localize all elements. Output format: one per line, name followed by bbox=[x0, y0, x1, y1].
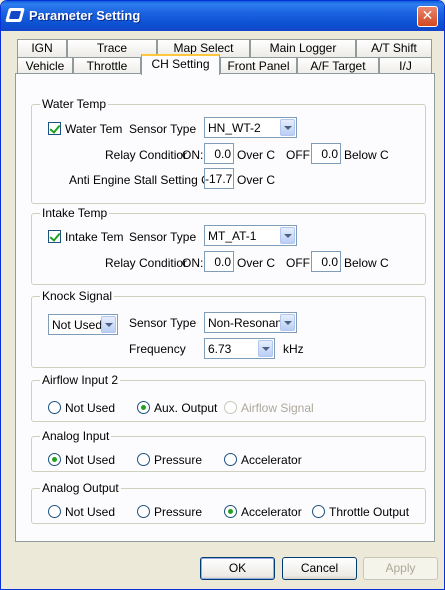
analog-output-group: Analog Output Not Used Pressure Accelera… bbox=[31, 481, 426, 524]
tab-at-shift[interactable]: A/T Shift bbox=[356, 39, 432, 57]
cancel-button[interactable]: Cancel bbox=[282, 557, 357, 580]
knock-frequency-label: Frequency bbox=[129, 342, 186, 356]
tab-ch-setting[interactable]: CH Setting bbox=[141, 54, 220, 75]
water-on-input[interactable]: 0.0 bbox=[204, 143, 234, 164]
analog-output-accelerator-radio[interactable] bbox=[224, 505, 237, 518]
water-temp-group: Water Temp Water Tem Sensor Type HN_WT-2… bbox=[31, 97, 426, 204]
intake-temp-title: Intake Temp bbox=[40, 206, 110, 220]
anti-stall-input[interactable]: -17.7 bbox=[204, 168, 234, 189]
anti-stall-unit: Over C bbox=[237, 173, 276, 187]
intake-sensor-type-select[interactable]: MT_AT-1 bbox=[204, 225, 297, 246]
knock-frequency-select[interactable]: 6.73 bbox=[204, 338, 275, 359]
analog-input-pressure-label: Pressure bbox=[154, 453, 203, 467]
close-button[interactable]: ✕ bbox=[417, 6, 438, 27]
analog-output-title: Analog Output bbox=[40, 481, 121, 495]
analog-input-accelerator-label: Accelerator bbox=[241, 453, 302, 467]
knock-sensor-type-value: Non-Resonant bbox=[208, 316, 280, 330]
analog-input-not-used-label: Not Used bbox=[65, 453, 116, 467]
intake-off-label: OFF: bbox=[286, 256, 314, 270]
water-sensor-type-select[interactable]: HN_WT-2 bbox=[204, 117, 297, 138]
airflow-input2-title: Airflow Input 2 bbox=[40, 373, 121, 387]
parameter-setting-window: Parameter Setting ✕ IGN Trace Map Select… bbox=[0, 0, 445, 590]
intake-sensor-type-value: MT_AT-1 bbox=[208, 229, 257, 243]
airflow-signal-radio bbox=[224, 401, 237, 414]
analog-output-pressure-label: Pressure bbox=[154, 505, 203, 519]
knock-frequency-value: 6.73 bbox=[208, 342, 232, 356]
analog-input-pressure-radio[interactable] bbox=[137, 453, 150, 466]
water-on-unit: Over C bbox=[237, 148, 276, 162]
analog-input-group: Analog Input Not Used Pressure Accelerat… bbox=[31, 429, 426, 472]
knock-mode-select[interactable]: Not Used bbox=[48, 314, 118, 335]
chevron-down-icon[interactable] bbox=[258, 340, 273, 357]
knock-frequency-unit: kHz bbox=[283, 342, 304, 356]
tab-ign[interactable]: IGN bbox=[17, 39, 67, 57]
knock-sensor-type-label: Sensor Type bbox=[129, 316, 197, 330]
analog-output-throttle-label: Throttle Output bbox=[329, 505, 410, 519]
chevron-down-icon[interactable] bbox=[280, 119, 295, 136]
airflow-aux-output-radio[interactable] bbox=[137, 401, 150, 414]
water-on-label: ON: bbox=[182, 148, 204, 162]
airflow-signal-label: Airflow Signal bbox=[241, 401, 314, 415]
knock-sensor-type-select[interactable]: Non-Resonant bbox=[204, 312, 297, 333]
close-icon: ✕ bbox=[421, 8, 434, 24]
airflow-not-used-label: Not Used bbox=[65, 401, 116, 415]
analog-input-not-used-radio[interactable] bbox=[48, 453, 61, 466]
knock-signal-group: Knock Signal Not Used Sensor Type Non-Re… bbox=[31, 289, 426, 368]
ok-button[interactable]: OK bbox=[200, 557, 275, 580]
intake-sensor-type-label: Sensor Type bbox=[129, 230, 197, 244]
intake-on-label: ON: bbox=[182, 256, 204, 270]
intake-relay-label: Relay Conditior bbox=[105, 256, 188, 270]
analog-input-title: Analog Input bbox=[40, 429, 112, 443]
analog-input-accelerator-radio[interactable] bbox=[224, 453, 237, 466]
intake-temp-checkbox[interactable] bbox=[48, 230, 61, 243]
water-sensor-type-label: Sensor Type bbox=[129, 122, 197, 136]
anti-stall-label: Anti Engine Stall Setting ON bbox=[69, 173, 220, 187]
intake-on-unit: Over C bbox=[237, 256, 276, 270]
water-temp-title: Water Temp bbox=[40, 97, 109, 111]
water-temp-checkbox-label: Water Tem bbox=[65, 122, 123, 136]
apply-button: Apply bbox=[363, 557, 438, 580]
app-icon bbox=[5, 8, 25, 22]
title-bar[interactable]: Parameter Setting ✕ bbox=[1, 1, 444, 31]
ch-setting-panel: Water Temp Water Tem Sensor Type HN_WT-2… bbox=[15, 73, 435, 542]
intake-temp-group: Intake Temp Intake Tem Sensor Type MT_AT… bbox=[31, 206, 426, 285]
airflow-not-used-radio[interactable] bbox=[48, 401, 61, 414]
knock-mode-value: Not Used bbox=[52, 318, 103, 332]
knock-signal-title: Knock Signal bbox=[40, 289, 115, 303]
water-sensor-type-value: HN_WT-2 bbox=[208, 121, 261, 135]
intake-off-input[interactable]: 0.0 bbox=[311, 251, 341, 272]
analog-output-not-used-radio[interactable] bbox=[48, 505, 61, 518]
water-off-label: OFF: bbox=[286, 148, 314, 162]
intake-on-input[interactable]: 0.0 bbox=[204, 251, 234, 272]
airflow-aux-output-label: Aux. Output bbox=[154, 401, 218, 415]
tab-main-logger[interactable]: Main Logger bbox=[250, 39, 356, 57]
intake-off-unit: Below C bbox=[344, 256, 389, 270]
chevron-down-icon[interactable] bbox=[101, 316, 116, 333]
analog-output-throttle-radio[interactable] bbox=[312, 505, 325, 518]
water-temp-checkbox[interactable] bbox=[48, 122, 61, 135]
water-off-input[interactable]: 0.0 bbox=[311, 143, 341, 164]
window-title: Parameter Setting bbox=[29, 8, 141, 23]
chevron-down-icon[interactable] bbox=[280, 314, 295, 331]
water-off-unit: Below C bbox=[344, 148, 389, 162]
analog-output-accelerator-label: Accelerator bbox=[241, 505, 302, 519]
chevron-down-icon[interactable] bbox=[280, 227, 295, 244]
analog-output-not-used-label: Not Used bbox=[65, 505, 116, 519]
analog-output-pressure-radio[interactable] bbox=[137, 505, 150, 518]
water-relay-label: Relay Conditior bbox=[105, 148, 188, 162]
airflow-input2-group: Airflow Input 2 Not Used Aux. Output Air… bbox=[31, 373, 426, 422]
intake-temp-checkbox-label: Intake Tem bbox=[65, 230, 124, 244]
